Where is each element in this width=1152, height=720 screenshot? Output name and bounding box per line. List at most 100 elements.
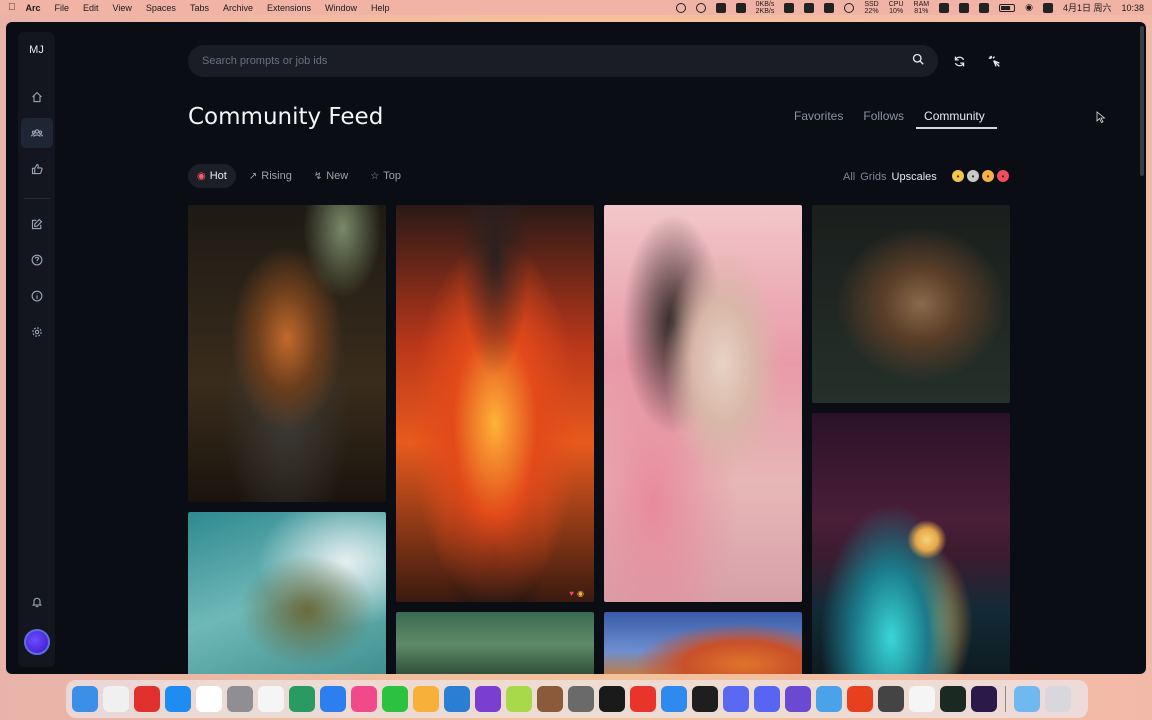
edit-icon[interactable]: [21, 209, 53, 239]
filter-hot-label: Hot: [209, 170, 227, 182]
activity-monitor-icon[interactable]: [940, 686, 966, 712]
smile-emoji[interactable]: •: [982, 170, 994, 182]
netease-music-icon[interactable]: [134, 686, 160, 712]
refresh-icon[interactable]: [950, 52, 968, 70]
apple-icon[interactable]: : [8, 2, 16, 13]
preview-icon[interactable]: [816, 686, 842, 712]
dog-portrait-image[interactable]: [812, 205, 1010, 403]
filter-rising-label: Rising: [261, 170, 292, 182]
menu-edit[interactable]: Edit: [83, 3, 99, 13]
launchpad-icon[interactable]: [103, 686, 129, 712]
community-icon[interactable]: [20, 118, 53, 148]
figma-icon[interactable]: [692, 686, 718, 712]
tool-icon[interactable]: [804, 2, 815, 13]
dock: [66, 680, 1088, 718]
search-icon[interactable]: [912, 52, 924, 70]
avatar[interactable]: [23, 629, 50, 655]
system-settings-icon[interactable]: [227, 686, 253, 712]
wifi-icon[interactable]: ◉: [1025, 2, 1033, 13]
filter-top[interactable]: ☆ Top: [361, 164, 410, 188]
vscode-icon[interactable]: [444, 686, 470, 712]
fruit-app-icon[interactable]: [506, 686, 532, 712]
bear-app-icon[interactable]: [878, 686, 904, 712]
view-all[interactable]: All: [843, 171, 855, 183]
balloons-image[interactable]: [604, 612, 802, 674]
filter-rising[interactable]: ↗ Rising: [240, 164, 301, 188]
home-icon[interactable]: [21, 82, 53, 112]
downloads-folder-icon[interactable]: [1014, 686, 1040, 712]
pockity-icon[interactable]: [475, 686, 501, 712]
menu-view[interactable]: View: [113, 3, 132, 13]
bell-icon[interactable]: [21, 587, 53, 617]
craft-icon[interactable]: [351, 686, 377, 712]
menu-window[interactable]: Window: [325, 3, 357, 13]
app-status-icon[interactable]: [979, 2, 990, 13]
check-icon[interactable]: [844, 2, 855, 13]
finder-icon[interactable]: [72, 686, 98, 712]
status-app-icon[interactable]: [695, 2, 706, 13]
flower-woman-image[interactable]: [604, 205, 802, 602]
bear-icon[interactable]: [735, 2, 746, 13]
photo-app-icon[interactable]: [537, 686, 563, 712]
help-icon[interactable]: [21, 245, 53, 275]
menu-help[interactable]: Help: [371, 3, 390, 13]
filter-hot[interactable]: ◉ Hot: [188, 164, 236, 188]
info-icon[interactable]: [21, 281, 53, 311]
calculator-icon[interactable]: [568, 686, 594, 712]
edge-icon[interactable]: [289, 686, 315, 712]
filter-new[interactable]: ↯ New: [305, 164, 357, 188]
fantastical-icon[interactable]: [847, 686, 873, 712]
menu-tabs[interactable]: Tabs: [190, 3, 209, 13]
notion-icon[interactable]: [196, 686, 222, 712]
game-icon[interactable]: [824, 2, 835, 13]
fox-warrior-image[interactable]: [188, 205, 386, 502]
search-input[interactable]: [202, 55, 912, 67]
translate-icon[interactable]: [939, 2, 950, 13]
tab-favorites[interactable]: Favorites: [786, 109, 855, 129]
menu-app-name[interactable]: Arc: [26, 3, 41, 13]
discord-icon[interactable]: [754, 686, 780, 712]
fire-dragon-image[interactable]: ♥ ◉: [396, 205, 594, 602]
battery-icon[interactable]: [999, 3, 1016, 12]
teal-dragon-image[interactable]: [188, 512, 386, 674]
mute-icon[interactable]: [959, 2, 970, 13]
wechat-icon[interactable]: [382, 686, 408, 712]
heart-eyes-emoji[interactable]: •: [997, 170, 1009, 182]
reminders-icon[interactable]: [258, 686, 284, 712]
tab-community[interactable]: Community: [916, 109, 997, 129]
magic-cursor-icon[interactable]: [985, 52, 1003, 70]
browser-icon[interactable]: [661, 686, 687, 712]
menu-time[interactable]: 10:38: [1121, 3, 1144, 13]
menu-date[interactable]: 4月1日 周六: [1063, 1, 1112, 14]
forest-image[interactable]: [396, 612, 594, 674]
menu-file[interactable]: File: [55, 3, 70, 13]
menu-spaces[interactable]: Spaces: [146, 3, 176, 13]
scrollbar[interactable]: [1140, 26, 1144, 176]
moon-beach-image[interactable]: [812, 413, 1010, 674]
sketch-icon[interactable]: [413, 686, 439, 712]
neutral-emoji[interactable]: •: [967, 170, 979, 182]
sidebar-bottom: [21, 581, 53, 655]
shortcuts-icon[interactable]: [723, 686, 749, 712]
record-icon[interactable]: [675, 2, 686, 13]
tab-follows[interactable]: Follows: [855, 109, 916, 129]
app-store-icon[interactable]: [165, 686, 191, 712]
obsidian-icon[interactable]: [785, 686, 811, 712]
feishu-icon[interactable]: [320, 686, 346, 712]
mj-logo[interactable]: MJ: [29, 44, 44, 60]
skype-icon[interactable]: [715, 2, 726, 13]
grimace-emoji[interactable]: •: [952, 170, 964, 182]
capcut-icon[interactable]: [599, 686, 625, 712]
settings-icon[interactable]: [21, 317, 53, 347]
menu-archive[interactable]: Archive: [223, 3, 253, 13]
arc-icon[interactable]: [971, 686, 997, 712]
trash-icon[interactable]: [1045, 686, 1071, 712]
control-center-icon[interactable]: [1042, 2, 1053, 13]
view-grids[interactable]: Grids: [860, 171, 886, 183]
view-upscales[interactable]: Upscales: [892, 171, 937, 183]
xmind-icon[interactable]: [630, 686, 656, 712]
clipboard-icon[interactable]: [784, 2, 795, 13]
calendar-icon[interactable]: [909, 686, 935, 712]
thumbs-up-icon[interactable]: [21, 154, 53, 184]
menu-extensions[interactable]: Extensions: [267, 3, 311, 13]
